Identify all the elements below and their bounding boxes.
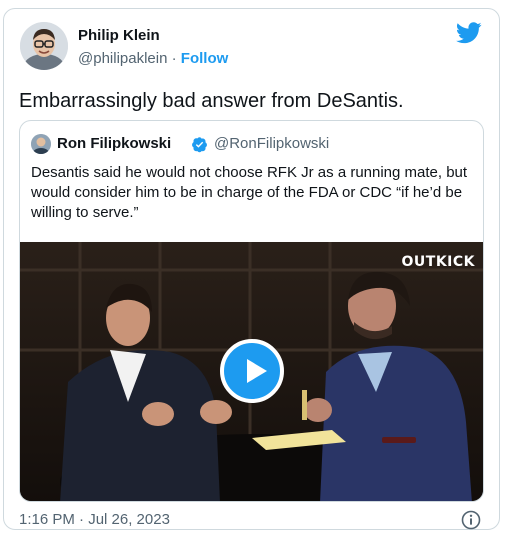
author-handle-row: @philipaklein · Follow xyxy=(78,50,228,67)
tweet-timestamp[interactable]: 1:16 PM · Jul 26, 2023 xyxy=(19,511,170,528)
outkick-watermark: OUTKICK xyxy=(401,254,475,270)
quoted-author-handle[interactable]: @RonFilipkowski xyxy=(214,135,329,152)
author-avatar[interactable] xyxy=(20,22,68,70)
video-player[interactable]: OUTKICK xyxy=(20,242,483,501)
twitter-bird-icon[interactable] xyxy=(456,22,482,44)
play-icon[interactable] xyxy=(220,339,284,403)
quoted-tweet-text: Desantis said he would not choose RFK Jr… xyxy=(31,164,468,221)
tweet-text: Embarrassingly bad answer from DeSantis. xyxy=(19,90,404,112)
handle-separator: · xyxy=(167,50,181,67)
follow-link[interactable]: Follow xyxy=(181,50,229,67)
quoted-author-avatar[interactable] xyxy=(31,134,51,154)
author-name[interactable]: Philip Klein xyxy=(78,27,160,44)
quoted-author-name[interactable]: Ron Filipkowski xyxy=(57,135,171,152)
quoted-tweet[interactable]: Ron Filipkowski @RonFilipkowski Desantis… xyxy=(19,120,484,502)
author-handle[interactable]: @philipaklein xyxy=(78,50,167,67)
info-icon[interactable] xyxy=(461,510,481,530)
verified-badge-icon xyxy=(192,137,207,153)
